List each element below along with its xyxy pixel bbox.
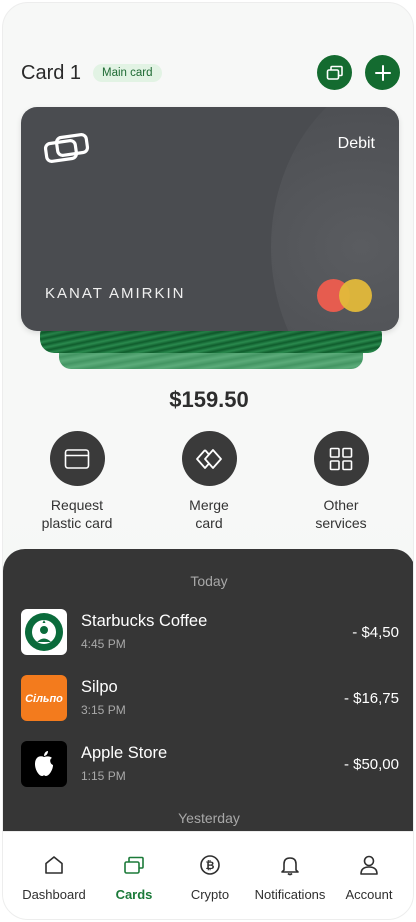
nav-crypto[interactable]: ₿ Crypto (169, 854, 251, 902)
plus-icon (374, 64, 391, 81)
card-balance: $159.50 (169, 387, 249, 412)
bitcoin-icon: ₿ (200, 855, 220, 875)
user-icon (360, 855, 378, 875)
transaction-time: 4:45 PM (81, 637, 126, 651)
nav-cards-label: Cards (115, 887, 153, 902)
other-services-button[interactable]: Other services (281, 431, 401, 532)
bank-logo-icon (43, 133, 90, 163)
transaction-amount: - $50,00 (343, 756, 399, 773)
page-title: Card 1 (21, 61, 82, 84)
switch-card-button[interactable] (317, 55, 352, 90)
nav-account[interactable]: Account (328, 854, 410, 902)
transaction-row[interactable]: Сільпо Silpo 3:15 PM - $16,75 (21, 675, 399, 723)
request-plastic-card-label: Request plastic card (41, 497, 113, 531)
day-header-today: Today (190, 573, 228, 589)
mastercard-logo-icon (317, 279, 377, 313)
bottom-nav: Dashboard Cards ₿ Crypto Notifications A… (3, 831, 413, 919)
transaction-name: Starbucks Coffee (81, 612, 208, 630)
other-services-label: Other services (315, 497, 367, 531)
home-icon (45, 856, 63, 874)
app-screen: Card 1 Main card Debit KANAT AMIRKIN $15… (2, 2, 414, 920)
nav-account-label: Account (345, 887, 393, 902)
request-plastic-card-button[interactable]: Request plastic card (17, 431, 137, 532)
transaction-time: 1:15 PM (81, 769, 126, 783)
nav-crypto-label: Crypto (190, 887, 230, 902)
card-type: Debit (337, 135, 375, 152)
main-card-badge: Main card (93, 64, 162, 82)
grid-icon (329, 447, 353, 470)
card-holder-name: KANAT AMIRKIN (45, 285, 186, 302)
starbucks-logo-icon (21, 609, 67, 655)
transaction-time: 3:15 PM (81, 703, 126, 717)
transaction-name: Silpo (81, 678, 118, 696)
nav-cards[interactable]: Cards (93, 854, 175, 902)
cards-icon (124, 856, 144, 874)
merge-card-label: Merge card (189, 497, 229, 531)
svg-text:Сільпо: Сільпо (25, 693, 63, 705)
transaction-row[interactable]: Starbucks Coffee 4:45 PM - $4,50 (21, 609, 399, 657)
transaction-amount: - $4,50 (352, 624, 399, 641)
nav-dashboard-label: Dashboard (22, 887, 86, 902)
day-header-yesterday: Yesterday (178, 810, 240, 826)
header: Card 1 Main card (21, 53, 401, 93)
svg-text:₿: ₿ (206, 860, 215, 872)
bell-icon (281, 857, 299, 876)
apple-logo-icon (21, 741, 67, 787)
debit-card[interactable]: Debit KANAT AMIRKIN (21, 107, 399, 331)
nav-notifications-label: Notifications (254, 887, 326, 902)
transactions-panel[interactable]: Today Starbucks Coffee 4:45 PM - $4,50 С… (3, 549, 413, 839)
cards-stack-icon (326, 65, 343, 80)
nav-notifications[interactable]: Notifications (249, 854, 331, 902)
transaction-amount: - $16,75 (343, 690, 399, 707)
card-icon (64, 448, 90, 469)
transaction-row[interactable]: Apple Store 1:15 PM - $50,00 (21, 741, 399, 789)
merge-card-button[interactable]: Merge card (149, 431, 269, 532)
add-card-button[interactable] (365, 55, 400, 90)
transaction-name: Apple Store (81, 744, 168, 762)
nav-dashboard[interactable]: Dashboard (13, 854, 95, 902)
silpo-logo-icon: Сільпо (21, 675, 67, 721)
merge-icon (196, 448, 222, 469)
